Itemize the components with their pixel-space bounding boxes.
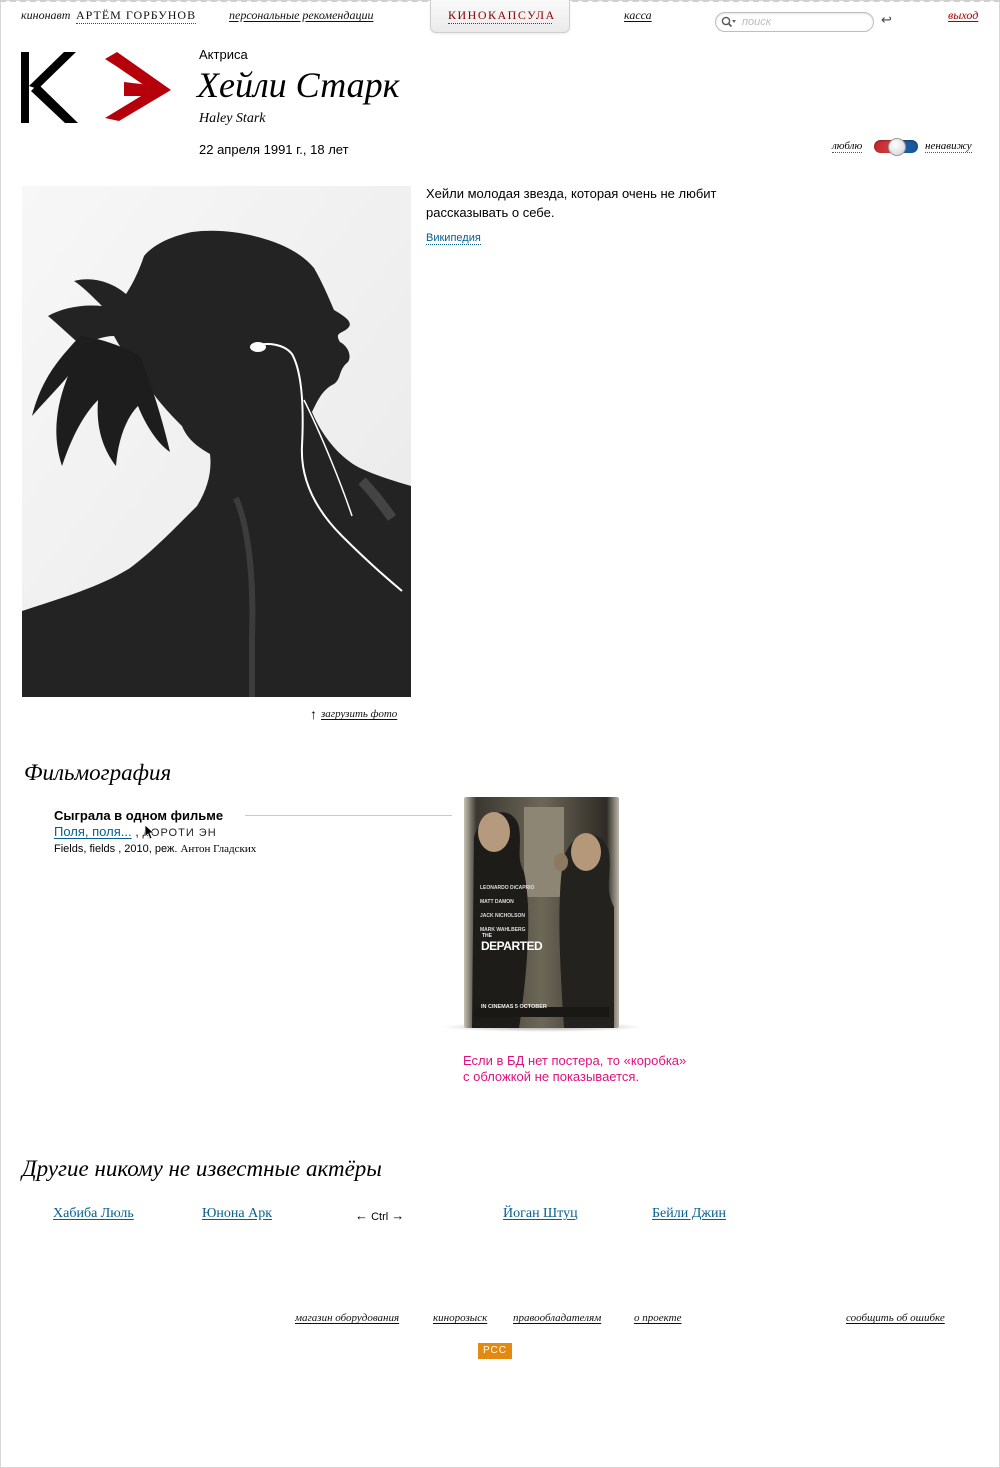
person-photo <box>22 186 411 697</box>
person-role: Актриса <box>199 47 248 62</box>
tab-kinokapsula[interactable]: КИНОКАПСУЛА <box>430 0 570 33</box>
bio-text: Хейли молодая звезда, которая очень не л… <box>426 184 716 222</box>
film-poster-box[interactable]: LEONARDO DiCAPRIO MATT DAMON JACK NICHOL… <box>464 797 619 1028</box>
person-name: Хейли Старк <box>197 65 400 105</box>
footer-link-about[interactable]: о проекте <box>634 1312 681 1324</box>
footer-link-rights[interactable]: правообладателям <box>513 1312 601 1324</box>
wikipedia-link[interactable]: Википедия <box>426 232 481 245</box>
logout-link[interactable]: выход <box>948 8 978 23</box>
search-submit-icon[interactable]: ↩ <box>881 12 892 28</box>
hate-label[interactable]: ненавижу <box>925 140 972 153</box>
person-name-en: Haley Stark <box>199 111 266 126</box>
search-box <box>715 12 874 32</box>
actor-link[interactable]: Хабиба Люль <box>53 1206 134 1222</box>
poster-title: DEPARTED <box>481 939 543 953</box>
filmography-title: Фильмография <box>24 760 172 785</box>
actor-link[interactable]: Йоган Штуц <box>503 1206 578 1222</box>
poster-actors: LEONARDO DiCAPRIO MATT DAMON JACK NICHOL… <box>480 881 534 937</box>
film-item: Поля, поля... , Дороти Эн <box>54 824 217 839</box>
user-prefix: кинонавт <box>21 8 71 22</box>
poster-date: IN CINEMAS 5 OCTOBER <box>481 1004 547 1010</box>
silhouette-image <box>22 186 411 697</box>
film-director: Антон Гладских <box>180 843 257 855</box>
user-name-link[interactable]: АРТЁМ ГОРБУНОВ <box>76 8 197 24</box>
ctrl-label: Ctrl <box>371 1211 389 1223</box>
poster-note-line-2: с обложкой не показывается. <box>463 1069 640 1084</box>
box-office-link[interactable]: касса <box>624 8 652 23</box>
search-icon <box>721 16 736 28</box>
filmography-count: Сыграла в одном фильме <box>54 808 224 823</box>
footer-link-search[interactable]: кинорозыск <box>433 1312 487 1324</box>
ctrl-navigation: ← Ctrl → <box>355 1208 404 1223</box>
poster-actor-3: JACK NICHOLSON <box>480 913 526 919</box>
other-actors-title: Другие никому не известные актёры <box>22 1156 382 1181</box>
site-logo[interactable] <box>20 52 175 124</box>
upload-arrow-icon: ↑ <box>310 706 317 722</box>
poster-note: Если в БД нет постера, то «коробка» с об… <box>463 1053 686 1085</box>
actor-link[interactable]: Бейли Джин <box>652 1206 726 1222</box>
film-meta: Fields, fields , 2010, реж. Антон Гладск… <box>54 843 256 855</box>
person-birth: 22 апреля 1991 г., 18 лет <box>199 142 349 157</box>
bio-line-2: рассказывать о себе. <box>426 205 555 220</box>
bio-line-1: Хейли молодая звезда, которая очень не л… <box>426 186 717 201</box>
poster-actor-1: LEONARDO DiCAPRIO <box>480 885 535 891</box>
poster-actor-2: MATT DAMON <box>480 899 514 905</box>
footer-link-shop[interactable]: магазин оборудования <box>295 1312 399 1324</box>
love-label[interactable]: люблю <box>832 140 863 153</box>
prev-arrow-icon[interactable]: ← <box>355 1208 368 1223</box>
film-title-link[interactable]: Поля, поля... <box>54 824 132 839</box>
upload-photo-link[interactable]: загрузить фото <box>321 708 397 720</box>
love-hate-slider[interactable] <box>874 138 918 156</box>
tab-kinokapsula-label: КИНОКАПСУЛА <box>448 8 556 24</box>
next-arrow-icon[interactable]: → <box>391 1208 404 1223</box>
report-error-link[interactable]: сообщить об ошибке <box>846 1312 945 1324</box>
rss-badge[interactable]: РСС <box>478 1343 512 1359</box>
actor-link[interactable]: Юнона Арк <box>202 1206 272 1222</box>
search-input[interactable] <box>740 14 869 30</box>
film-meta-text: Fields, fields , 2010, реж. <box>54 843 178 855</box>
recommendations-link[interactable]: персональные рекомендации <box>229 8 373 23</box>
filmography-divider <box>245 815 452 816</box>
cursor-icon <box>144 824 156 840</box>
poster-note-line-1: Если в БД нет постера, то «коробка» <box>463 1053 687 1068</box>
slider-knob[interactable] <box>888 138 906 156</box>
